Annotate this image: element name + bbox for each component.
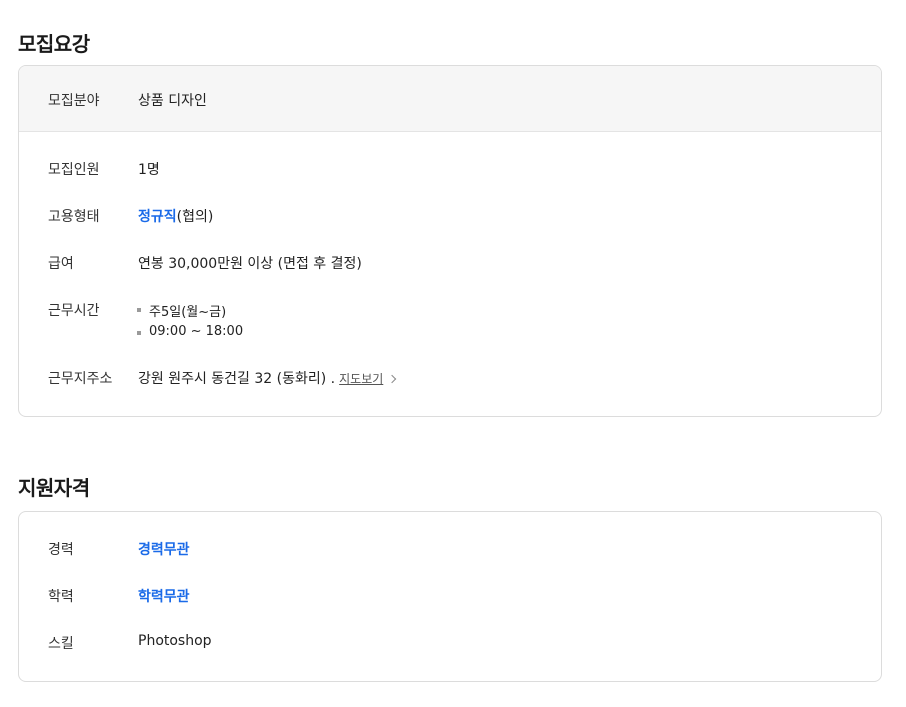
employment-label: 고용형태 [48, 209, 100, 225]
career-label: 경력 [48, 542, 74, 558]
education-label: 학력 [48, 589, 74, 605]
education-value[interactable]: 학력무관 [138, 586, 190, 606]
skill-value: Photoshop [138, 633, 212, 649]
headcount-label: 모집인원 [48, 162, 100, 178]
qualification-card: 경력 경력무관 학력 학력무관 스킬 Photoshop [18, 511, 882, 682]
employment-type-link[interactable]: 정규직 [138, 209, 177, 225]
address-label: 근무지주소 [48, 371, 113, 387]
address-value: 강원 원주시 동건길 32 (동화리) . 지도보기 [138, 368, 397, 388]
salary-value: 연봉 30,000만원 이상 (면접 후 결정) [138, 256, 362, 272]
recruit-card: 모집분야 상품 디자인 모집인원 1명 고용형태 정규직(협의) 급여 연봉 3… [18, 65, 882, 417]
field-label: 모집분야 [48, 93, 100, 109]
hours-item: 주5일(월~금) [137, 301, 226, 320]
career-value[interactable]: 경력무관 [138, 539, 190, 559]
bullet-dot [137, 331, 141, 335]
headcount-value: 1명 [138, 162, 160, 178]
recruit-section-title: 모집요강 [18, 32, 90, 56]
skill-label: 스킬 [48, 636, 74, 652]
hours-label: 근무시간 [48, 303, 100, 319]
employment-value: 정규직(협의) [138, 206, 213, 226]
hours-item: 09:00 ~ 18:00 [137, 324, 243, 339]
field-row: 모집분야 상품 디자인 [19, 66, 881, 132]
employment-suffix: (협의) [176, 209, 214, 225]
qualification-section-title: 지원자격 [18, 476, 90, 500]
field-value: 상품 디자인 [138, 93, 207, 109]
salary-label: 급여 [48, 256, 74, 272]
map-link[interactable]: 지도보기 [339, 372, 383, 386]
chevron-right-icon[interactable] [388, 374, 397, 384]
bullet-dot [137, 308, 141, 312]
